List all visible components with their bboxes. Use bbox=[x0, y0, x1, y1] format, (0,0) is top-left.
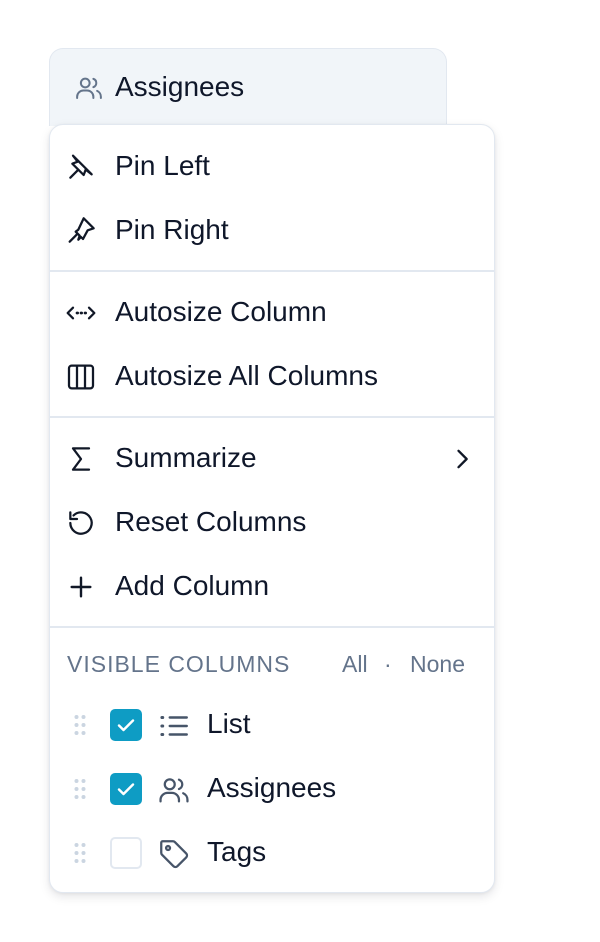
pin-left-label: Pin Left bbox=[115, 150, 210, 181]
drag-handle-icon[interactable] bbox=[73, 713, 87, 737]
select-none-columns-link[interactable]: None bbox=[410, 650, 465, 678]
pin-right-menu-item[interactable]: Pin Right bbox=[50, 201, 494, 261]
column-header[interactable]: Assignees bbox=[49, 48, 447, 126]
visible-columns-heading: VISIBLE COLUMNS bbox=[67, 651, 291, 677]
visible-column-row-list: List bbox=[50, 697, 494, 753]
reset-columns-menu-item[interactable]: Reset Columns bbox=[50, 493, 494, 553]
select-all-columns-link[interactable]: All bbox=[342, 650, 368, 678]
summarize-label: Summarize bbox=[115, 442, 257, 473]
pin-left-icon bbox=[69, 154, 93, 179]
add-column-label: Add Column bbox=[115, 570, 270, 601]
autosize-column-label: Autosize Column bbox=[115, 296, 327, 327]
add-column-menu-item[interactable]: Add Column bbox=[50, 557, 494, 617]
plus-icon bbox=[70, 576, 92, 598]
autosize-all-columns-menu-item[interactable]: Autosize All Columns bbox=[50, 347, 494, 407]
column-label-assignees: Assignees bbox=[207, 772, 337, 803]
menu-divider bbox=[50, 626, 494, 628]
column-menu: Pin Left Pin Right Autosize Column Autos… bbox=[49, 124, 495, 893]
visible-column-row-assignees: Assignees bbox=[50, 761, 494, 817]
chevron-right-icon bbox=[457, 449, 468, 469]
column-checkbox-list[interactable] bbox=[110, 709, 142, 741]
drag-handle-icon[interactable] bbox=[73, 777, 87, 801]
column-header-title: Assignees bbox=[115, 71, 245, 102]
pin-right-label: Pin Right bbox=[115, 214, 229, 245]
column-label-list: List bbox=[207, 708, 251, 739]
columns-icon bbox=[67, 364, 95, 390]
menu-divider bbox=[50, 270, 494, 272]
column-checkbox-assignees[interactable] bbox=[110, 773, 142, 805]
pin-right-icon bbox=[68, 217, 95, 243]
sigma-icon bbox=[71, 447, 91, 471]
check-icon bbox=[117, 783, 135, 796]
link-separator: · bbox=[384, 651, 392, 677]
autosize-column-menu-item[interactable]: Autosize Column bbox=[50, 283, 494, 343]
users-icon bbox=[76, 77, 102, 99]
menu-divider bbox=[50, 416, 494, 418]
reset-icon bbox=[69, 511, 93, 535]
column-label-tags: Tags bbox=[207, 836, 267, 867]
visible-column-row-tags: Tags bbox=[50, 825, 494, 881]
summarize-menu-item[interactable]: Summarize bbox=[50, 429, 494, 489]
autosize-arrows-icon bbox=[66, 306, 96, 320]
tag-icon bbox=[160, 840, 189, 869]
reset-columns-label: Reset Columns bbox=[115, 506, 307, 537]
pin-left-menu-item[interactable]: Pin Left bbox=[50, 137, 494, 197]
users-icon bbox=[159, 778, 189, 803]
list-icon bbox=[160, 715, 188, 737]
drag-handle-icon[interactable] bbox=[73, 841, 87, 865]
column-checkbox-tags[interactable] bbox=[110, 837, 142, 869]
check-icon bbox=[117, 719, 135, 732]
autosize-all-columns-label: Autosize All Columns bbox=[115, 360, 379, 391]
